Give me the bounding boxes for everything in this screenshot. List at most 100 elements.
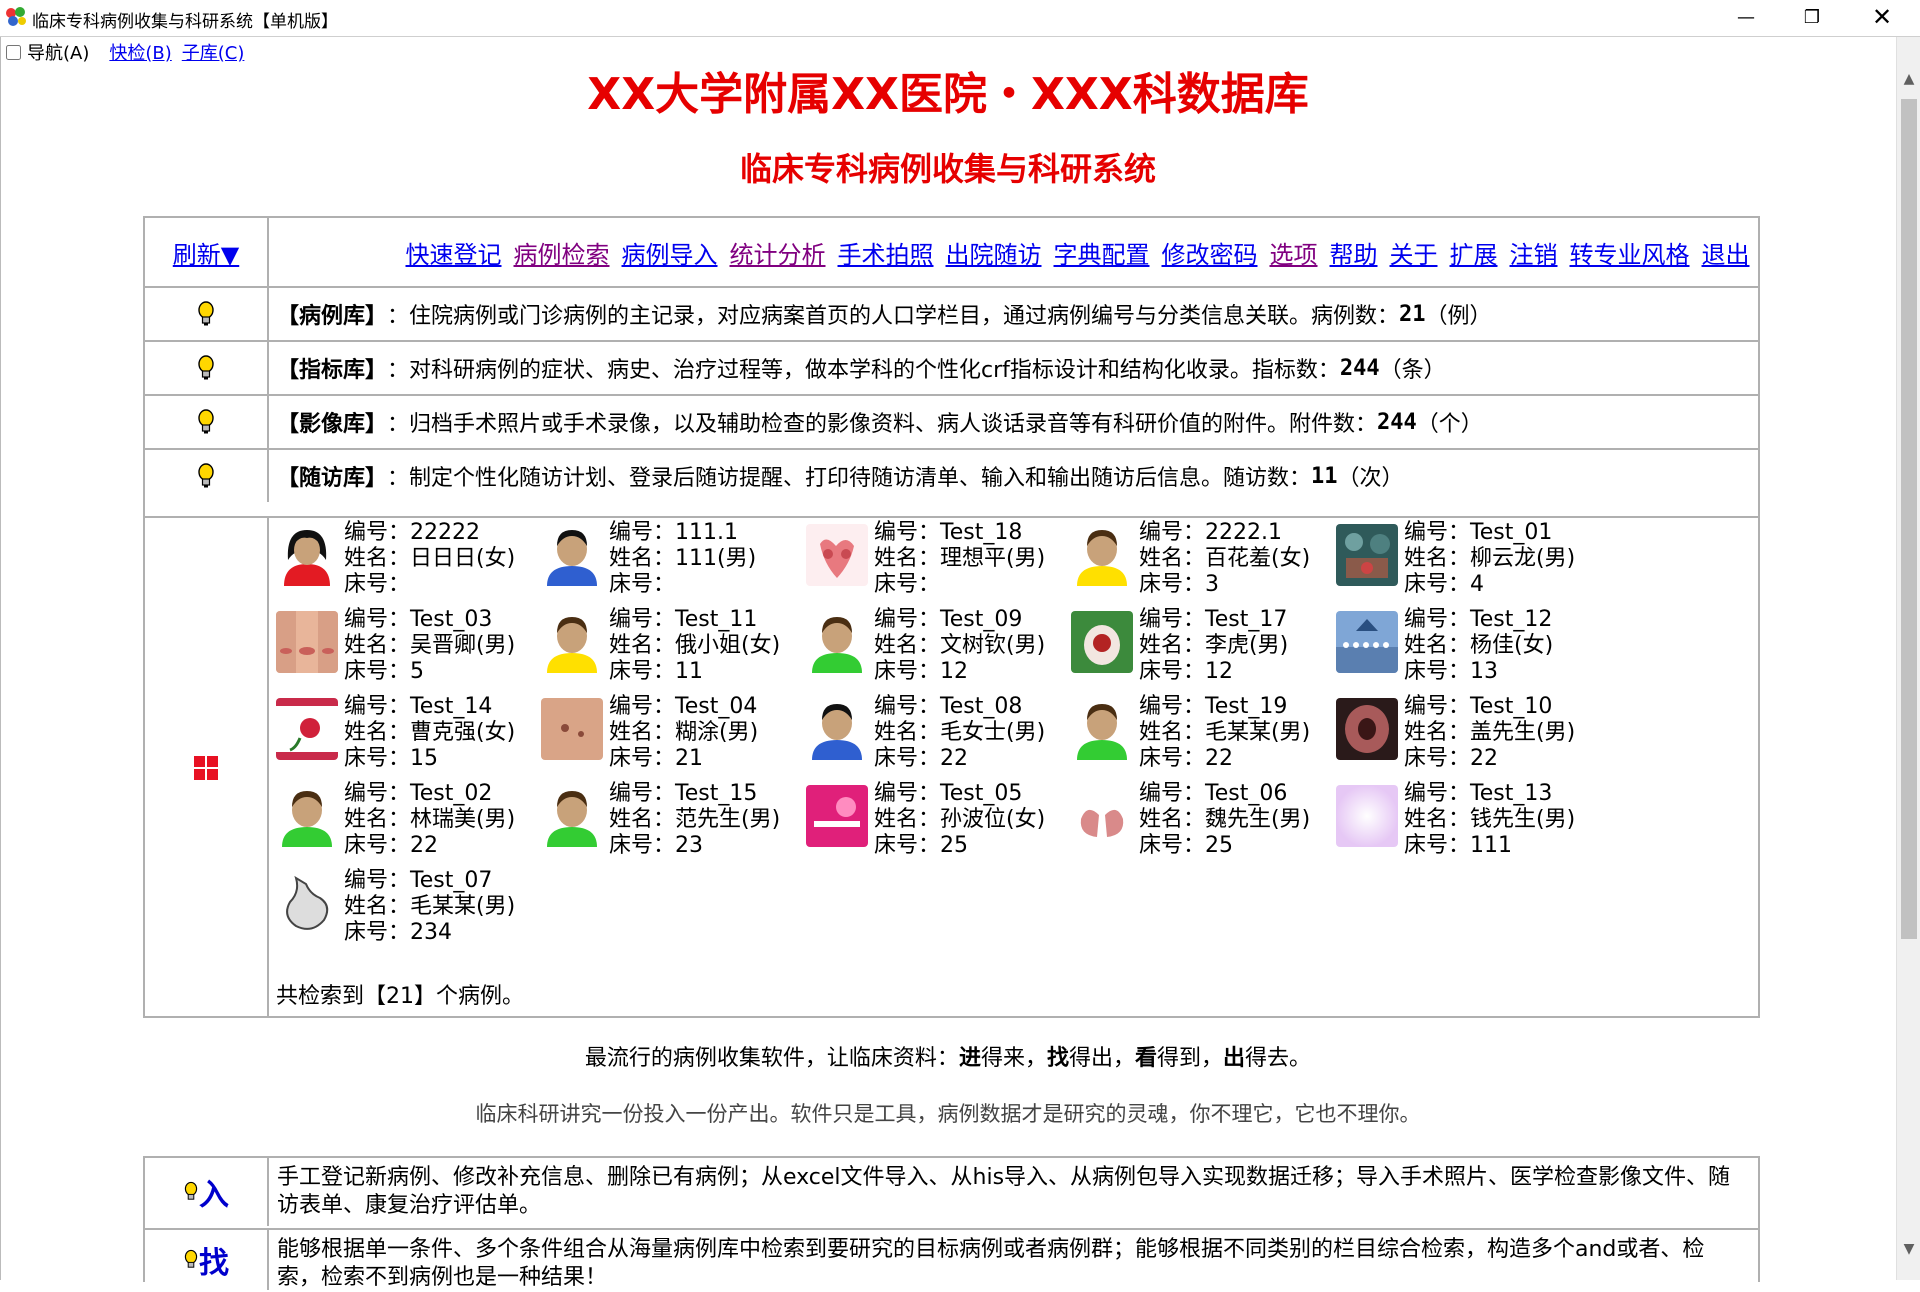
- case-item[interactable]: 编号：2222.1 姓名：百花羞(女) 床号：3: [1071, 520, 1336, 606]
- menu-link[interactable]: 注销: [1510, 235, 1558, 270]
- scroll-down-icon[interactable]: ▼: [1897, 1237, 1920, 1261]
- bulb-cell: [145, 342, 269, 394]
- case-thumbnail[interactable]: [276, 785, 338, 847]
- case-thumbnail[interactable]: [541, 524, 603, 586]
- case-item[interactable]: 编号：Test_03 姓名：吴晋卿(男) 床号：5: [276, 607, 541, 693]
- case-id: Test_08: [940, 694, 1023, 719]
- case-item[interactable]: 编号：Test_06 姓名：魏先生(男) 床号：25: [1071, 781, 1336, 867]
- case-item[interactable]: 编号：Test_13 姓名：钱先生(男) 床号：111: [1336, 781, 1601, 867]
- case-item[interactable]: 编号：Test_02 姓名：林瑞美(男) 床号：22: [276, 781, 541, 867]
- case-bed: 13: [1470, 659, 1499, 684]
- case-thumbnail[interactable]: [276, 611, 338, 673]
- vertical-scrollbar[interactable]: ▲ ▼: [1896, 37, 1920, 1280]
- case-id: Test_02: [410, 781, 493, 806]
- case-thumbnail[interactable]: [806, 611, 868, 673]
- grid-view-icon[interactable]: [194, 756, 218, 780]
- id-label: 编号：: [344, 607, 411, 632]
- menu-link[interactable]: 关于: [1390, 235, 1438, 270]
- maximize-button[interactable]: ❐: [1778, 0, 1846, 34]
- case-item[interactable]: 编号：Test_19 姓名：毛某某(男) 床号：22: [1071, 694, 1336, 780]
- case-thumbnail[interactable]: [806, 698, 868, 760]
- case-item[interactable]: 编号：Test_10 姓名：盖先生(男) 床号：22: [1336, 694, 1601, 780]
- case-thumbnail[interactable]: [276, 524, 338, 586]
- name-label: 姓名：: [1404, 720, 1471, 745]
- menu-link[interactable]: 手术拍照: [838, 235, 934, 270]
- case-id: Test_09: [940, 607, 1023, 632]
- case-item[interactable]: 编号：Test_09 姓名：文树钦(男) 床号：12: [806, 607, 1071, 693]
- case-item[interactable]: 编号：Test_08 姓名：毛女士(男) 床号：22: [806, 694, 1071, 780]
- id-label: 编号：: [1404, 781, 1471, 806]
- case-thumbnail[interactable]: [541, 698, 603, 760]
- case-item[interactable]: 编号：Test_18 姓名：理想平(男) 床号：: [806, 520, 1071, 606]
- case-id: Test_12: [1470, 607, 1553, 632]
- menu-link[interactable]: 统计分析: [730, 235, 826, 270]
- feature-key-cell: 入: [145, 1158, 269, 1226]
- name-label: 姓名：: [1404, 807, 1471, 832]
- case-thumbnail[interactable]: [1071, 524, 1133, 586]
- case-id: Test_11: [675, 607, 758, 632]
- case-name: 糊涂(男): [675, 720, 759, 745]
- menu-link[interactable]: 出院随访: [946, 235, 1042, 270]
- case-item[interactable]: 编号：Test_11 姓名：俄小姐(女) 床号：11: [541, 607, 806, 693]
- case-thumbnail[interactable]: [806, 524, 868, 586]
- case-name: 吴晋卿(男): [410, 633, 516, 658]
- case-thumbnail[interactable]: [1071, 611, 1133, 673]
- case-thumbnail[interactable]: [541, 611, 603, 673]
- name-label: 姓名：: [1404, 546, 1471, 571]
- menu-link[interactable]: 病例检索: [514, 235, 610, 270]
- case-name: 李虎(男): [1205, 633, 1289, 658]
- case-item[interactable]: 编号：Test_15 姓名：范先生(男) 床号：23: [541, 781, 806, 867]
- case-item[interactable]: 编号：Test_17 姓名：李虎(男) 床号：12: [1071, 607, 1336, 693]
- case-thumbnail[interactable]: [806, 785, 868, 847]
- menu-link[interactable]: 快速登记: [406, 235, 502, 270]
- grid-cell: [145, 518, 269, 1018]
- refresh-link[interactable]: 刷新▼: [173, 235, 239, 270]
- case-item[interactable]: 编号：111.1 姓名：111(男) 床号：: [541, 520, 806, 606]
- menu-row: 刷新▼ 快速登记 病例检索 病例导入 统计分析 手术拍照 出院随访 字典配置 修改密码 选项 帮助…: [145, 218, 1758, 286]
- case-name: 曹克强(女): [410, 720, 516, 745]
- menu-link[interactable]: 病例导入: [622, 235, 718, 270]
- lightbulb-icon: [184, 1249, 198, 1268]
- case-id: Test_13: [1470, 781, 1553, 806]
- library-sep: ：: [387, 466, 410, 491]
- case-name: 毛某某(男): [410, 894, 516, 919]
- menu-link[interactable]: 帮助: [1330, 235, 1378, 270]
- case-thumbnail[interactable]: [276, 698, 338, 760]
- id-label: 编号：: [609, 607, 676, 632]
- case-thumbnail[interactable]: [1071, 698, 1133, 760]
- name-label: 姓名：: [1139, 720, 1206, 745]
- total-suffix: 】个病例。: [414, 984, 525, 1009]
- case-item[interactable]: 编号：Test_12 姓名：杨佳(女) 床号：13: [1336, 607, 1601, 693]
- minimize-button[interactable]: —: [1712, 0, 1780, 34]
- menu-link[interactable]: 修改密码: [1162, 235, 1258, 270]
- case-item[interactable]: 编号：22222 姓名：日日日(女) 床号：: [276, 520, 541, 606]
- name-label: 姓名：: [874, 720, 941, 745]
- case-thumbnail[interactable]: [1336, 698, 1398, 760]
- menu-link[interactable]: 字典配置: [1054, 235, 1150, 270]
- scroll-up-icon[interactable]: ▲: [1897, 67, 1920, 91]
- case-thumbnail[interactable]: [1336, 611, 1398, 673]
- bed-label: 床号：: [344, 833, 411, 858]
- case-thumbnail[interactable]: [1071, 785, 1133, 847]
- id-label: 编号：: [1404, 520, 1471, 545]
- scroll-thumb[interactable]: [1901, 99, 1917, 939]
- case-item[interactable]: 编号：Test_01 姓名：柳云龙(男) 床号：4: [1336, 520, 1601, 606]
- menu-link[interactable]: 扩展: [1450, 235, 1498, 270]
- id-label: 编号：: [344, 781, 411, 806]
- case-thumbnail[interactable]: [1336, 524, 1398, 586]
- case-item[interactable]: 编号：Test_04 姓名：糊涂(男) 床号：21: [541, 694, 806, 780]
- library-text: 住院病例或门诊病例的主记录，对应病案首页的人口学栏目，通过病例编号与分类信息关联…: [409, 304, 1400, 329]
- case-item[interactable]: 编号：Test_07 姓名：毛某某(男) 床号：234: [276, 868, 541, 954]
- menu-link[interactable]: 退出: [1702, 235, 1750, 270]
- case-id: 111.1: [675, 520, 738, 545]
- case-item[interactable]: 编号：Test_05 姓名：孙波位(女) 床号：25: [806, 781, 1071, 867]
- close-button[interactable]: ✕: [1848, 0, 1916, 34]
- case-thumbnail[interactable]: [276, 872, 338, 934]
- menu-link[interactable]: 转专业风格: [1570, 235, 1690, 270]
- menu-link[interactable]: 选项: [1270, 235, 1318, 270]
- id-label: 编号：: [609, 781, 676, 806]
- case-item[interactable]: 编号：Test_14 姓名：曹克强(女) 床号：15: [276, 694, 541, 780]
- case-bed: 15: [410, 746, 439, 771]
- case-thumbnail[interactable]: [541, 785, 603, 847]
- case-thumbnail[interactable]: [1336, 785, 1398, 847]
